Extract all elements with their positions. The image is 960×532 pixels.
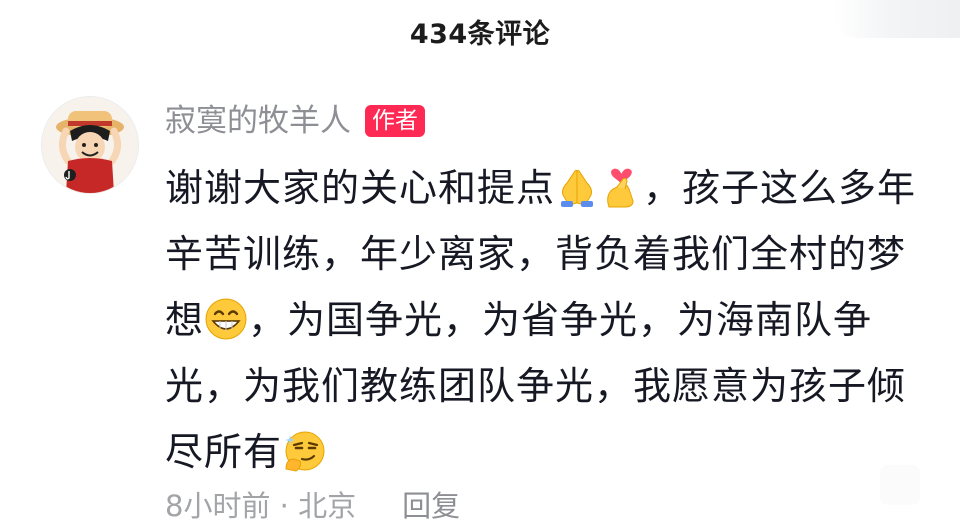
username-row: 寂寞的牧羊人 作者	[165, 101, 425, 141]
finger-heart-icon	[607, 168, 634, 208]
comment-text: 谢谢大家的关心和提点 ，孩子这么多年辛苦训练，年少离家，背负着我们全村的梦想 ，…	[165, 155, 925, 485]
comment-text-part-1: 谢谢大家的关心和提点	[165, 166, 556, 210]
comment-screen: 434条评论 寂寞的牧羊人 作者 谢谢大家的关心和提点 ，孩子这么多年辛苦训练，…	[0, 0, 960, 532]
avatar[interactable]	[42, 97, 138, 193]
comment-item: 寂寞的牧羊人 作者 谢谢大家的关心和提点 ，孩子这么多年辛苦训练，年少离家，背负…	[0, 0, 960, 532]
praying-hands-icon	[561, 169, 594, 207]
grinning-face-icon	[205, 298, 247, 340]
smirking-face-icon	[285, 431, 325, 472]
username[interactable]: 寂寞的牧羊人	[165, 101, 351, 141]
reply-button[interactable]: 回复	[402, 483, 460, 525]
comment-meta-row: 8小时前 · 北京 回复	[165, 482, 460, 526]
time-location: 8小时前 · 北京	[165, 489, 357, 523]
faint-overlay-mark	[880, 465, 920, 505]
author-badge: 作者	[365, 105, 425, 137]
comment-text-part-3: ，为国争光，为省争光，为海南队争光，为我们教练团队争光，我愿意为孩子倾尽所有	[165, 298, 907, 474]
